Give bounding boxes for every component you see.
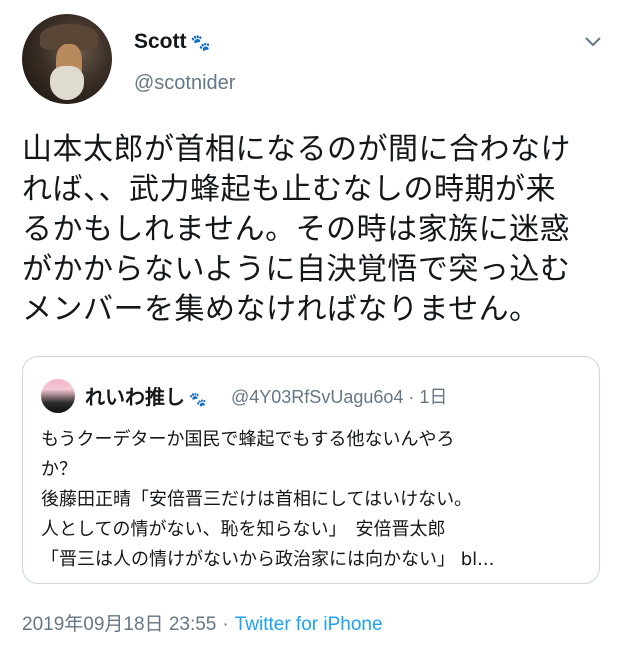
tweet-text-line: メンバーを集めなければなりません。 bbox=[22, 292, 540, 327]
quoted-display-name-text: れいわ推し bbox=[85, 385, 185, 409]
quoted-text-line: 「晋三は人の情けがないから政治家には向かない」 bl... bbox=[41, 549, 495, 570]
source-link[interactable]: Twitter for iPhone bbox=[235, 614, 383, 635]
tweet-text-line: れば、、武力蜂起も止むなしの時期が来 bbox=[22, 172, 556, 207]
quoted-text: もうクーデターか国民で蜂起でもする他ないんやろ か？ 後藤田正晴「安倍晋三だけは… bbox=[41, 425, 587, 575]
chevron-down-icon[interactable] bbox=[582, 30, 604, 52]
tweet-text-line: るかもしれません。その時は家族に迷惑 bbox=[22, 212, 571, 247]
quoted-display-name: れいわ推し 🐾 bbox=[85, 381, 206, 410]
display-name[interactable]: Scott 🐾 bbox=[134, 30, 210, 54]
paw-icon: 🐾 bbox=[190, 35, 211, 52]
tweet-text: 山本太郎が首相になるのが間に合わなけ れば、、武力蜂起も止むなしの時期が来 るか… bbox=[22, 130, 607, 330]
timestamp[interactable]: 2019年09月18日 23:55 bbox=[22, 614, 216, 635]
quoted-text-line: 後藤田正晴「安倍晋三だけは首相にしてはいけない。 bbox=[41, 489, 473, 510]
paw-icon: 🐾 bbox=[189, 392, 207, 408]
user-handle[interactable]: @scotnider bbox=[134, 72, 235, 95]
tweet-footer: 2019年09月18日 23:55 · Twitter for iPhone bbox=[22, 609, 383, 636]
quoted-tweet[interactable]: れいわ推し 🐾 @4Y03RfSvUagu6o4 · 1日 もうクーデターか国民で… bbox=[22, 356, 600, 584]
quoted-text-line: もうクーデターか国民で蜂起でもする他ないんやろ bbox=[41, 429, 455, 450]
tweet-text-line: 山本太郎が首相になるのが間に合わなけ bbox=[22, 132, 571, 167]
quoted-avatar bbox=[41, 379, 75, 413]
quoted-text-line: 人としての情がない、恥を知らない」 安倍晋太郎 bbox=[41, 519, 446, 540]
display-name-text: Scott bbox=[134, 30, 187, 53]
separator: · bbox=[222, 614, 229, 635]
quoted-text-line: か？ bbox=[41, 459, 77, 480]
quoted-meta: @4Y03RfSvUagu6o4 · 1日 bbox=[231, 387, 448, 407]
avatar-beard-shape bbox=[50, 66, 84, 100]
avatar[interactable] bbox=[22, 14, 112, 104]
tweet-text-line: がかからないように自決覚悟で突っ込む bbox=[22, 252, 571, 287]
